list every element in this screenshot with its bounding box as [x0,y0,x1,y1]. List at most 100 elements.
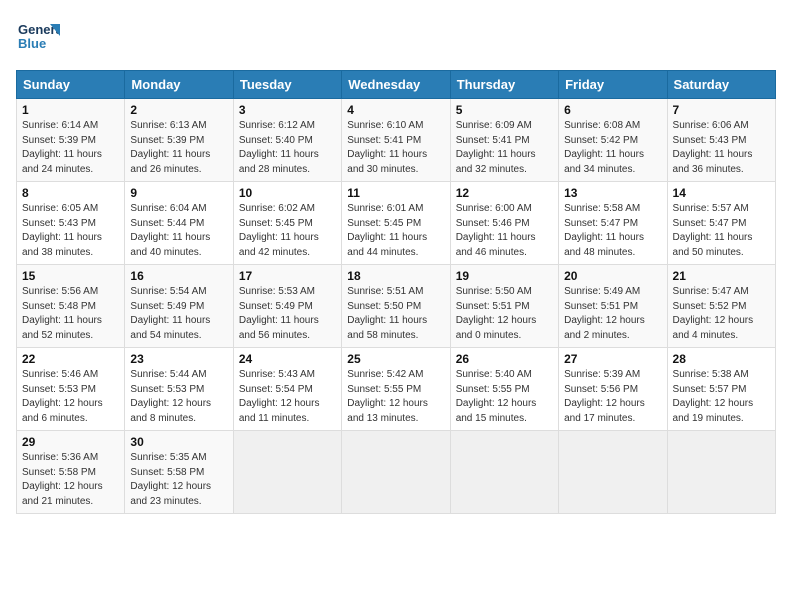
day-number: 12 [456,186,553,200]
day-header-sunday: Sunday [17,71,125,99]
day-info: Sunrise: 5:51 AMSunset: 5:50 PMDaylight:… [347,285,444,343]
calendar-cell: 1 Sunrise: 6:14 AMSunset: 5:39 PMDaylight… [17,99,125,182]
day-info: Sunrise: 5:47 AMSunset: 5:52 PMDaylight:… [673,285,770,343]
calendar-cell [342,431,450,514]
calendar-cell: 6 Sunrise: 6:08 AMSunset: 5:42 PMDaylight… [559,99,667,182]
day-info: Sunrise: 5:57 AMSunset: 5:47 PMDaylight:… [673,202,770,260]
day-header-monday: Monday [125,71,233,99]
day-number: 2 [130,103,227,117]
calendar-cell: 23Sunrise: 5:44 AMSunset: 5:53 PMDayligh… [125,348,233,431]
day-info: Sunrise: 5:53 AMSunset: 5:49 PMDaylight:… [239,285,336,343]
day-number: 26 [456,352,553,366]
calendar-table: SundayMondayTuesdayWednesdayThursdayFrid… [16,70,776,514]
day-info: Sunrise: 5:50 AMSunset: 5:51 PMDaylight:… [456,285,553,343]
calendar-cell: 18 Sunrise: 5:51 AMSunset: 5:50 PMDayligh… [342,265,450,348]
day-number: 9 [130,186,227,200]
calendar-cell: 7 Sunrise: 6:06 AMSunset: 5:43 PMDaylight… [667,99,775,182]
calendar-cell: 5 Sunrise: 6:09 AMSunset: 5:41 PMDaylight… [450,99,558,182]
day-info: Sunrise: 6:06 AMSunset: 5:43 PMDaylight:… [673,119,770,177]
calendar-cell [667,431,775,514]
day-info: Sunrise: 5:54 AMSunset: 5:49 PMDaylight:… [130,285,227,343]
day-header-thursday: Thursday [450,71,558,99]
day-number: 11 [347,186,444,200]
calendar-cell: 19Sunrise: 5:50 AMSunset: 5:51 PMDayligh… [450,265,558,348]
calendar-cell: 4 Sunrise: 6:10 AMSunset: 5:41 PMDaylight… [342,99,450,182]
day-info: Sunrise: 6:12 AMSunset: 5:40 PMDaylight:… [239,119,336,177]
day-number: 5 [456,103,553,117]
calendar-cell: 9 Sunrise: 6:04 AMSunset: 5:44 PMDaylight… [125,182,233,265]
day-header-tuesday: Tuesday [233,71,341,99]
day-info: Sunrise: 6:02 AMSunset: 5:45 PMDaylight:… [239,202,336,260]
day-number: 8 [22,186,119,200]
day-info: Sunrise: 6:10 AMSunset: 5:41 PMDaylight:… [347,119,444,177]
day-info: Sunrise: 5:35 AMSunset: 5:58 PMDaylight:… [130,451,227,509]
calendar-cell: 27 Sunrise: 5:39 AMSunset: 5:56 PMDayligh… [559,348,667,431]
calendar-week-2: 8 Sunrise: 6:05 AMSunset: 5:43 PMDaylight… [17,182,776,265]
calendar-week-1: 1 Sunrise: 6:14 AMSunset: 5:39 PMDaylight… [17,99,776,182]
day-info: Sunrise: 6:04 AMSunset: 5:44 PMDaylight:… [130,202,227,260]
calendar-cell: 22Sunrise: 5:46 AMSunset: 5:53 PMDayligh… [17,348,125,431]
calendar-cell: 10 Sunrise: 6:02 AMSunset: 5:45 PMDayligh… [233,182,341,265]
day-info: Sunrise: 6:00 AMSunset: 5:46 PMDaylight:… [456,202,553,260]
calendar-cell [559,431,667,514]
calendar-cell: 8 Sunrise: 6:05 AMSunset: 5:43 PMDaylight… [17,182,125,265]
day-number: 4 [347,103,444,117]
day-info: Sunrise: 5:36 AMSunset: 5:58 PMDaylight:… [22,451,119,509]
day-number: 25 [347,352,444,366]
day-info: Sunrise: 5:42 AMSunset: 5:55 PMDaylight:… [347,368,444,426]
calendar-cell: 30 Sunrise: 5:35 AMSunset: 5:58 PMDayligh… [125,431,233,514]
day-number: 23 [130,352,227,366]
day-number: 18 [347,269,444,283]
day-header-friday: Friday [559,71,667,99]
day-info: Sunrise: 6:05 AMSunset: 5:43 PMDaylight:… [22,202,119,260]
page-header: General Blue [16,16,776,60]
day-number: 1 [22,103,119,117]
day-info: Sunrise: 5:46 AMSunset: 5:53 PMDaylight:… [22,368,119,426]
svg-text:Blue: Blue [18,36,46,51]
day-info: Sunrise: 6:09 AMSunset: 5:41 PMDaylight:… [456,119,553,177]
day-number: 3 [239,103,336,117]
day-info: Sunrise: 6:14 AMSunset: 5:39 PMDaylight:… [22,119,119,177]
calendar-cell [450,431,558,514]
day-number: 20 [564,269,661,283]
day-number: 13 [564,186,661,200]
calendar-week-3: 15 Sunrise: 5:56 AMSunset: 5:48 PMDayligh… [17,265,776,348]
calendar-cell: 24 Sunrise: 5:43 AMSunset: 5:54 PMDayligh… [233,348,341,431]
calendar-cell: 15 Sunrise: 5:56 AMSunset: 5:48 PMDayligh… [17,265,125,348]
day-number: 17 [239,269,336,283]
day-number: 14 [673,186,770,200]
day-info: Sunrise: 5:38 AMSunset: 5:57 PMDaylight:… [673,368,770,426]
calendar-cell [233,431,341,514]
calendar-cell: 12 Sunrise: 6:00 AMSunset: 5:46 PMDayligh… [450,182,558,265]
day-info: Sunrise: 6:01 AMSunset: 5:45 PMDaylight:… [347,202,444,260]
calendar-cell: 21 Sunrise: 5:47 AMSunset: 5:52 PMDayligh… [667,265,775,348]
day-info: Sunrise: 6:08 AMSunset: 5:42 PMDaylight:… [564,119,661,177]
day-header-saturday: Saturday [667,71,775,99]
calendar-cell: 28Sunrise: 5:38 AMSunset: 5:57 PMDayligh… [667,348,775,431]
day-number: 21 [673,269,770,283]
day-number: 30 [130,435,227,449]
calendar-cell: 2Sunrise: 6:13 AMSunset: 5:39 PMDaylight… [125,99,233,182]
day-info: Sunrise: 5:39 AMSunset: 5:56 PMDaylight:… [564,368,661,426]
calendar-cell: 25 Sunrise: 5:42 AMSunset: 5:55 PMDayligh… [342,348,450,431]
calendar-cell: 16Sunrise: 5:54 AMSunset: 5:49 PMDayligh… [125,265,233,348]
day-info: Sunrise: 5:43 AMSunset: 5:54 PMDaylight:… [239,368,336,426]
logo: General Blue [16,16,64,60]
day-info: Sunrise: 5:49 AMSunset: 5:51 PMDaylight:… [564,285,661,343]
day-number: 6 [564,103,661,117]
calendar-week-4: 22Sunrise: 5:46 AMSunset: 5:53 PMDayligh… [17,348,776,431]
calendar-cell: 11 Sunrise: 6:01 AMSunset: 5:45 PMDayligh… [342,182,450,265]
day-number: 7 [673,103,770,117]
day-number: 15 [22,269,119,283]
day-number: 24 [239,352,336,366]
day-info: Sunrise: 5:58 AMSunset: 5:47 PMDaylight:… [564,202,661,260]
day-number: 10 [239,186,336,200]
calendar-week-5: 29Sunrise: 5:36 AMSunset: 5:58 PMDayligh… [17,431,776,514]
day-info: Sunrise: 5:40 AMSunset: 5:55 PMDaylight:… [456,368,553,426]
calendar-cell: 20 Sunrise: 5:49 AMSunset: 5:51 PMDayligh… [559,265,667,348]
calendar-cell: 26 Sunrise: 5:40 AMSunset: 5:55 PMDayligh… [450,348,558,431]
day-info: Sunrise: 5:56 AMSunset: 5:48 PMDaylight:… [22,285,119,343]
calendar-cell: 17 Sunrise: 5:53 AMSunset: 5:49 PMDayligh… [233,265,341,348]
calendar-cell: 3 Sunrise: 6:12 AMSunset: 5:40 PMDaylight… [233,99,341,182]
day-number: 27 [564,352,661,366]
